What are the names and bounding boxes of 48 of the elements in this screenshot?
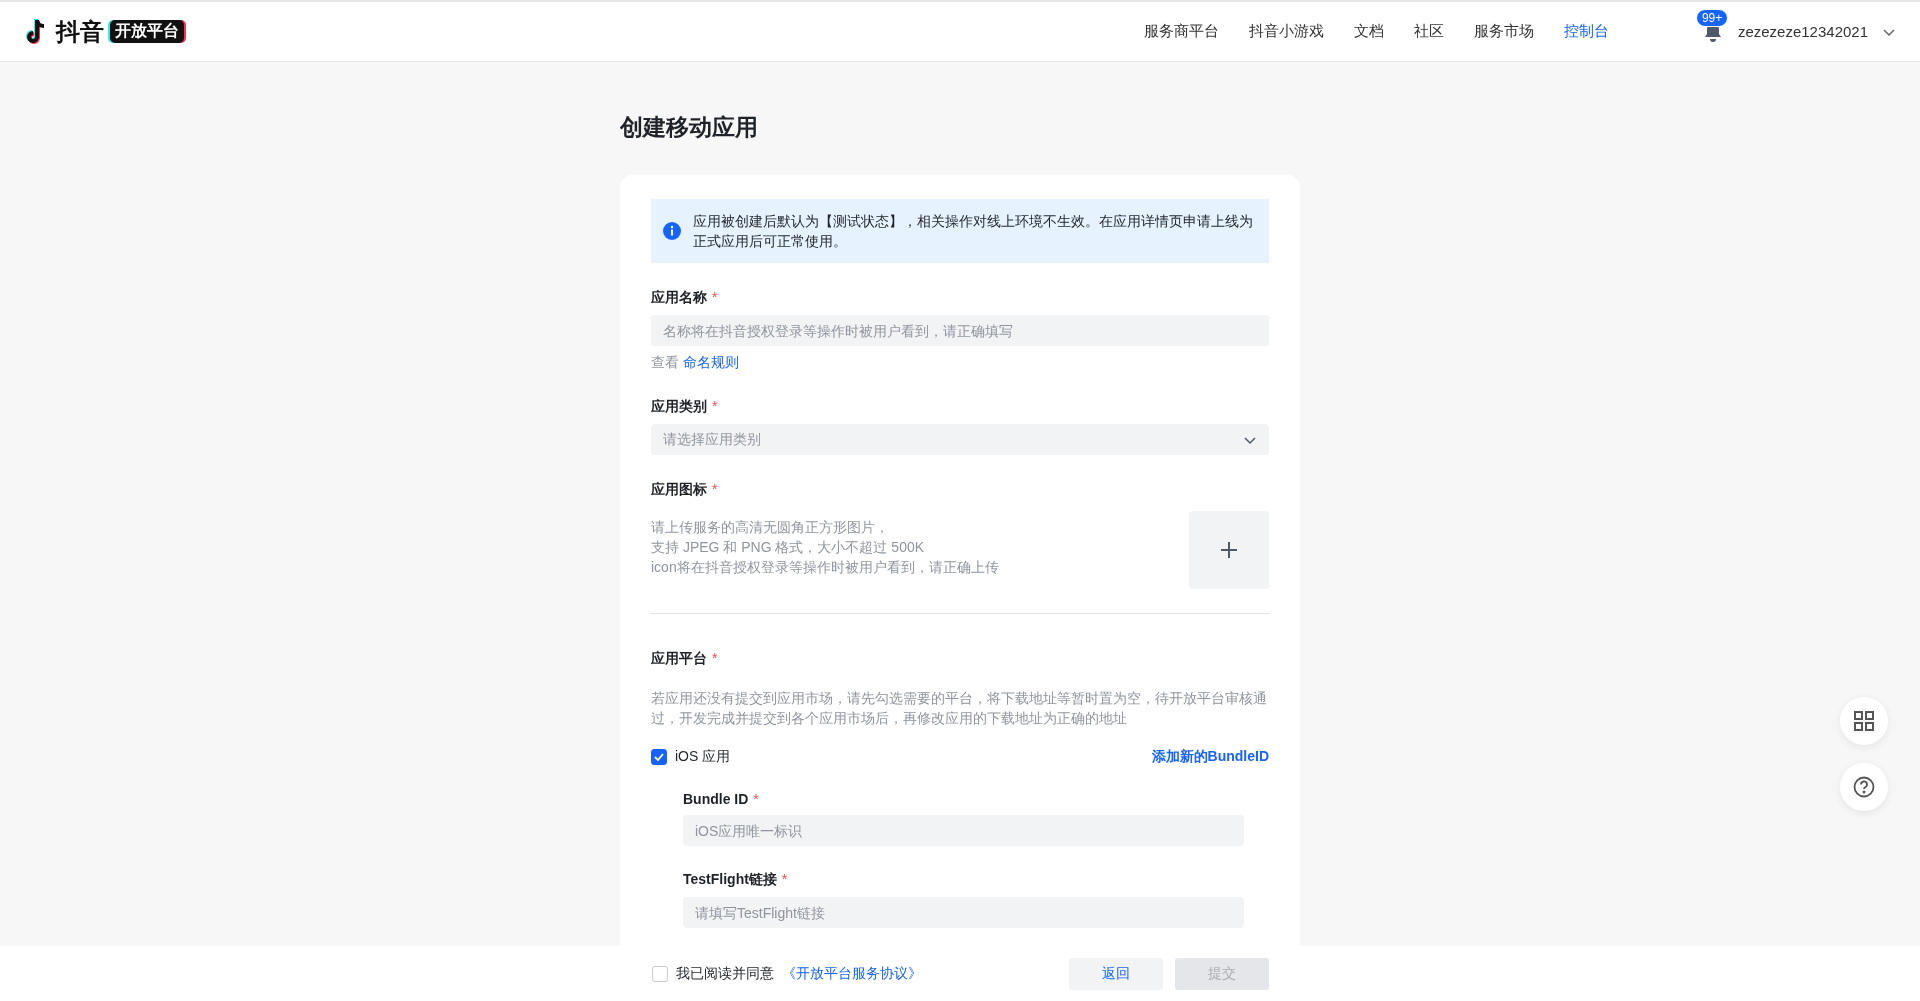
input-field[interactable]: 请填写TestFlight链接 (683, 897, 1244, 928)
select-field[interactable]: 请选择应用类别 (651, 424, 1269, 455)
nav-link[interactable]: 抖音小游戏 (1233, 22, 1339, 41)
field-label: 应用平台 (651, 650, 707, 668)
help-icon (1853, 776, 1875, 798)
help-button[interactable] (1840, 763, 1888, 811)
required-mark: * (712, 650, 718, 668)
username[interactable]: zezezeze12342021 (1737, 23, 1868, 40)
naming-rules-link[interactable]: 命名规则 (683, 354, 739, 372)
nav-link[interactable]: 服务市场 (1458, 22, 1549, 41)
footer-button[interactable]: 返回 (1068, 957, 1163, 990)
agreement-text: 我已阅读并同意 (675, 964, 774, 983)
plus-icon (1220, 541, 1238, 559)
qr-code-button[interactable] (1840, 697, 1888, 745)
info-icon (663, 222, 681, 240)
agreement-link[interactable]: 《开放平台服务协议》 (781, 964, 922, 983)
required-mark: * (753, 791, 759, 807)
upload-hint: 支持 JPEG 和 PNG 格式，大小不超过 500K (651, 538, 926, 557)
nav-link[interactable]: 文档 (1338, 22, 1399, 41)
platform-description: 若应用还没有提交到应用市场，请先勾选需要的平台，将下载地址等暂时置为空，待开放平台审核通过，开发完成并提交到各个应用市场后，再修改应用的下载地址为正确的地址 (651, 689, 1268, 728)
logo-wordmark: 抖音 (56, 16, 104, 47)
required-mark: * (781, 871, 788, 889)
checkbox-label: iOS 应用 (675, 748, 731, 766)
input-field[interactable]: iOS应用唯一标识 (683, 815, 1244, 846)
checkbox[interactable] (651, 749, 667, 765)
upload-hint: icon将在抖音授权登录等操作时被用户看到，请正确上传 (651, 558, 999, 577)
hint-text: 查看 (651, 354, 679, 372)
select-placeholder: 请选择应用类别 (663, 430, 761, 449)
field-label: 应用名称 (651, 289, 707, 307)
upload-hint: 请上传服务的高清无圆角正方形图片， (651, 518, 890, 537)
nav-link[interactable]: 服务商平台 (1128, 22, 1234, 41)
add-bundle-id-link[interactable]: 添加新的BundleID (1151, 748, 1269, 766)
nav-link[interactable]: 社区 (1398, 22, 1459, 41)
logo-badge: 开放平台 (110, 20, 184, 43)
nav-link[interactable]: 控制台 (1548, 22, 1624, 41)
input-field[interactable]: 名称将在抖音授权登录等操作时被用户看到，请正确填写 (651, 315, 1269, 346)
page-title: 创建移动应用 (620, 113, 759, 142)
field-label: TestFlight链接 (683, 871, 777, 889)
field-label: Bundle ID (683, 791, 749, 807)
required-mark: * (712, 398, 718, 416)
field-label: 应用类别 (651, 398, 707, 416)
required-mark: * (712, 481, 718, 499)
notice-text: 应用被创建后默认为【测试状态】，相关操作对线上环境不生效。在应用详情页申请上线为正式应用后可正常使用。 (693, 212, 1254, 251)
qr-code-icon (1853, 710, 1875, 732)
field-label: 应用图标 (651, 481, 707, 499)
notification-count: 99+ (1695, 8, 1729, 27)
checkmark-icon (654, 753, 664, 761)
required-mark: * (712, 289, 718, 307)
